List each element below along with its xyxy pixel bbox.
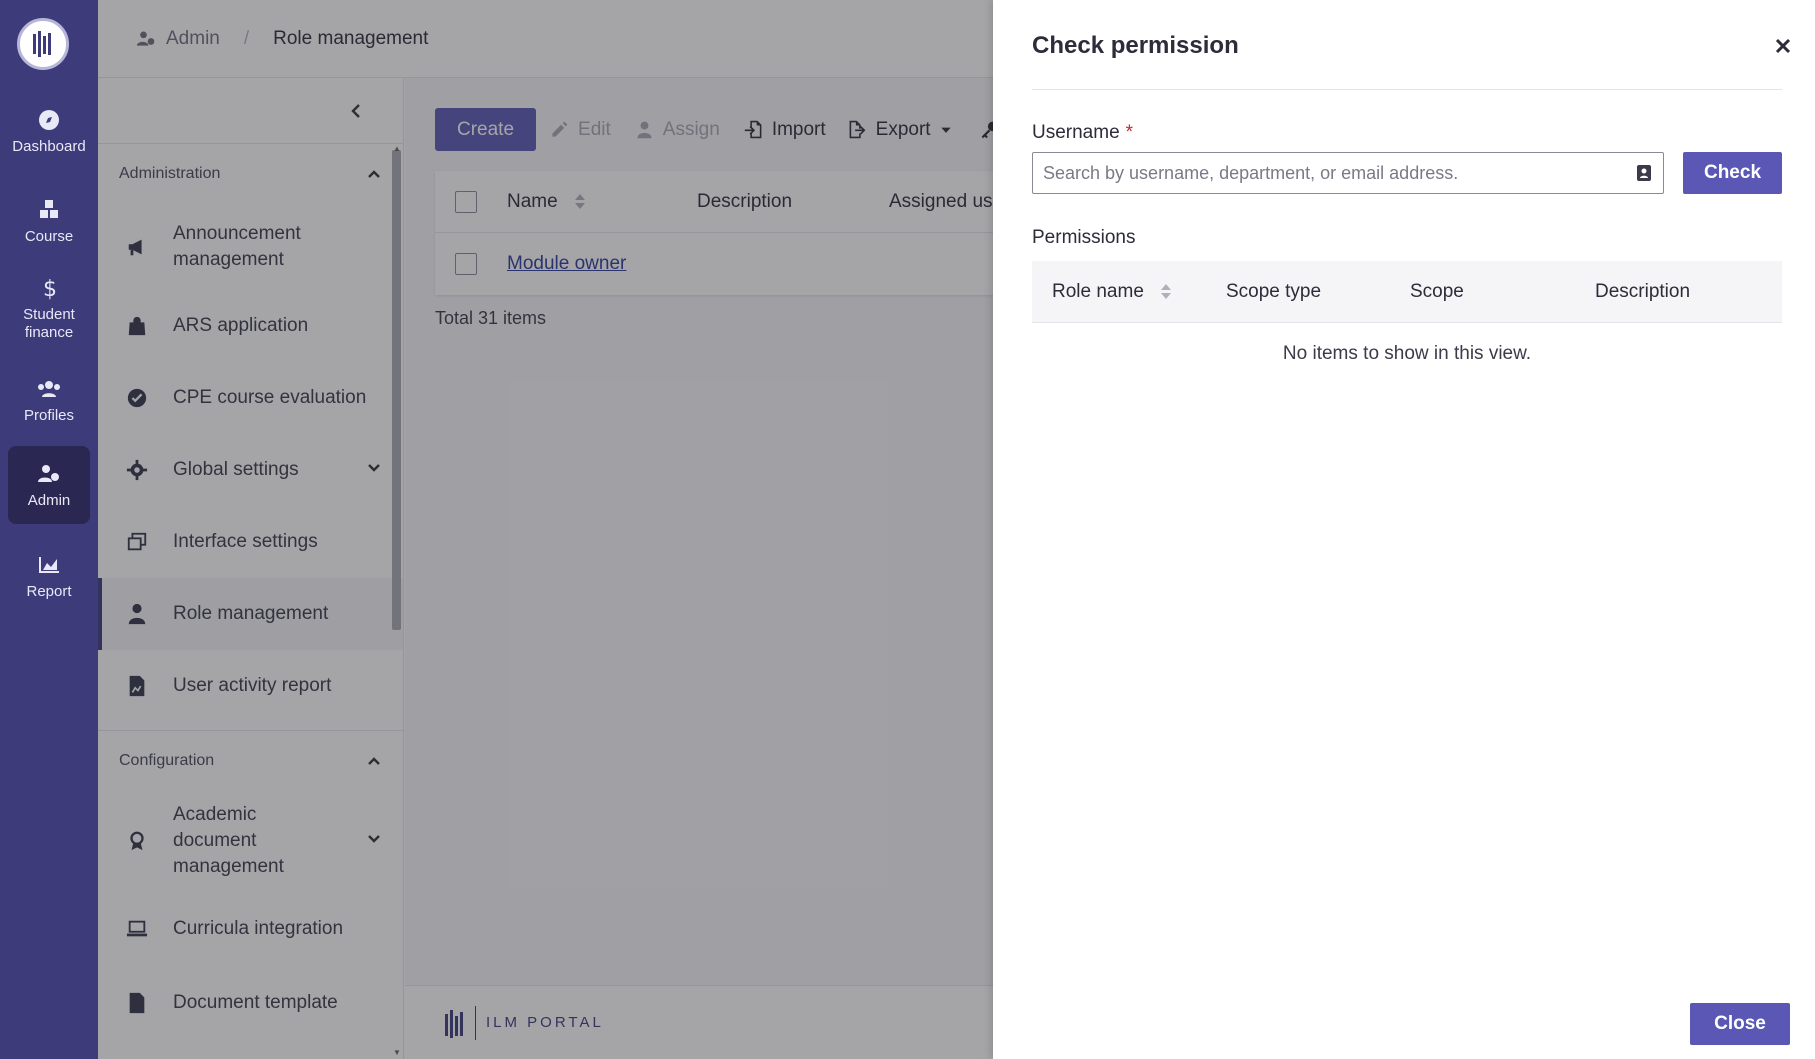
compass-icon <box>39 110 59 130</box>
svg-text:$: $ <box>43 277 57 300</box>
rail-item-label: Dashboard <box>12 138 86 155</box>
cubes-icon <box>40 200 58 218</box>
close-button[interactable]: Close <box>1690 1003 1790 1045</box>
users-icon <box>38 381 60 397</box>
address-book-icon[interactable] <box>1635 164 1653 182</box>
rail-item-dashboard[interactable]: Dashboard <box>8 108 90 156</box>
rail-item-label: Report <box>26 583 72 600</box>
area-chart-icon <box>39 557 59 573</box>
username-label-text: Username <box>1032 122 1120 143</box>
required-mark: * <box>1125 122 1134 143</box>
permissions-table-header: Role name Scope type Scope Description <box>1032 261 1782 323</box>
rail-item-profiles[interactable]: Profiles <box>8 377 90 425</box>
column-role-name[interactable]: Role name <box>1032 281 1206 303</box>
rail-item-label: Student finance <box>23 306 75 341</box>
close-icon[interactable] <box>1773 36 1793 56</box>
user-gear-icon <box>38 465 59 482</box>
rail-item-label: Admin <box>27 492 71 509</box>
column-description: Description <box>1595 280 1691 302</box>
column-scope: Scope <box>1410 280 1464 302</box>
sort-icon[interactable] <box>1161 283 1172 299</box>
check-button[interactable]: Check <box>1683 152 1782 194</box>
modal-backdrop[interactable] <box>98 0 993 1059</box>
check-permission-drawer: Check permission Username* Check Permiss… <box>993 0 1815 1059</box>
username-search-field[interactable] <box>1032 152 1664 194</box>
drawer-title: Check permission <box>1032 32 1239 59</box>
column-scope-type: Scope type <box>1226 280 1322 302</box>
column-role-name-label: Role name <box>1052 280 1144 302</box>
rail-item-label: Course <box>24 228 74 245</box>
username-label: Username * <box>1032 122 1133 144</box>
rail-item-admin[interactable]: Admin <box>8 446 90 524</box>
rail-item-report[interactable]: Report <box>8 553 90 601</box>
permissions-table: Role name Scope type Scope Description N… <box>1032 261 1782 385</box>
app-rail: Dashboard Course $ Student finance Profi… <box>0 0 98 1059</box>
permissions-label: Permissions <box>1032 227 1136 248</box>
rail-item-course[interactable]: Course <box>8 198 90 246</box>
empty-state: No items to show in this view. <box>1282 343 1532 364</box>
rail-item-label: Profiles <box>23 407 75 424</box>
username-search-input[interactable] <box>1043 162 1635 184</box>
ilm-logo-icon <box>33 31 51 57</box>
drawer-divider <box>1032 89 1782 90</box>
rail-item-student-finance[interactable]: $ Student finance <box>8 276 90 342</box>
app-logo[interactable] <box>17 18 69 70</box>
dollar-icon: $ <box>43 277 57 300</box>
